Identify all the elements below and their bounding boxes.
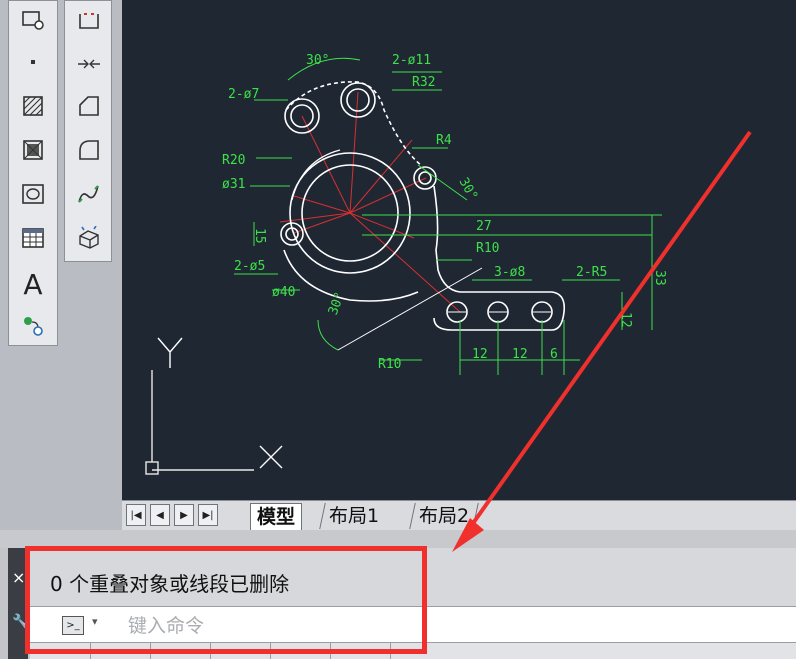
add-selected-button[interactable] [13, 309, 53, 343]
point-icon [31, 60, 35, 64]
tab-layout2-label: 布局2 [419, 505, 470, 527]
blend-curves-icon [78, 185, 99, 203]
layout-tab-bar: |◀ ◀ ▶ ▶| 模型 布局1 布局2 [122, 500, 796, 530]
tab-model[interactable]: 模型 [250, 503, 303, 530]
dim-label: R4 [436, 133, 452, 148]
next-icon: ▶ [180, 509, 188, 521]
dim-label: R10 [378, 357, 401, 372]
region-icon [22, 184, 44, 204]
dim-label: 2-ø7 [228, 87, 259, 102]
join-icon [78, 59, 100, 69]
table-icon [22, 228, 44, 248]
dim-label: 15 [252, 228, 267, 244]
dim-label: R32 [412, 75, 435, 90]
point-button[interactable] [13, 45, 53, 79]
gradient-icon [23, 140, 43, 160]
ucs-y-label: Y [166, 355, 167, 357]
break-at-point-icon [79, 13, 99, 29]
dim-label: ø40 [272, 285, 295, 300]
join-button[interactable] [69, 47, 109, 81]
last-tab-button[interactable]: ▶| [198, 504, 218, 526]
block-insert-button[interactable] [13, 3, 53, 37]
dimension-labels: 30° 2-ø11 R32 2-ø7 R4 R20 ø31 30° 15 27 … [222, 53, 667, 372]
blend-curves-button[interactable] [69, 177, 109, 211]
dim-label: 12 [512, 347, 528, 362]
first-tab-button[interactable]: |◀ [126, 504, 146, 526]
prev-icon: ◀ [156, 509, 164, 521]
dim-label: 12 [472, 347, 488, 362]
hatch-button[interactable] [13, 89, 53, 123]
modify-toolbar [64, 0, 112, 262]
multiline-text-icon: A [23, 267, 43, 301]
dim-label: 2-ø11 [392, 53, 431, 68]
dim-label: R20 [222, 153, 245, 168]
dim-label: 2-R5 [576, 265, 607, 280]
region-button[interactable] [13, 177, 53, 211]
dim-label: 12 [618, 312, 633, 328]
chamfer-button[interactable] [69, 89, 109, 123]
part-outline [280, 81, 566, 331]
close-icon[interactable]: × [12, 568, 25, 587]
dim-label: ø31 [222, 177, 245, 192]
drawing-canvas[interactable]: 30° 2-ø11 R32 2-ø7 R4 R20 ø31 30° 15 27 … [122, 0, 796, 500]
hatch-icon [23, 96, 43, 116]
dim-label: 30° [306, 53, 329, 68]
dim-label: 3-ø8 [494, 265, 525, 280]
tab-layout1[interactable]: 布局1 [319, 503, 388, 529]
gradient-button[interactable] [13, 133, 53, 167]
last-icon: ▶| [202, 509, 214, 521]
cad-application-window: A 30° 2-ø11 R32 2-ø7 R4 R20 ø31 30° 15 2… [0, 0, 796, 659]
dim-label: R10 [476, 241, 499, 256]
add-selected-icon [24, 317, 43, 336]
break-at-point-button[interactable] [69, 3, 109, 37]
prev-tab-button[interactable]: ◀ [150, 504, 170, 526]
dim-label: 27 [476, 219, 492, 234]
chamfer-icon [79, 96, 99, 116]
tab-layout2[interactable]: 布局2 [409, 503, 479, 529]
draw-toolbar: A [8, 0, 58, 346]
explode-button[interactable] [69, 221, 109, 255]
dim-label: 33 [652, 270, 667, 286]
annotation-highlight-box [25, 546, 427, 654]
table-button[interactable] [13, 221, 53, 255]
next-tab-button[interactable]: ▶ [174, 504, 194, 526]
dim-label: 30° [456, 175, 481, 203]
cad-drawing: 30° 2-ø11 R32 2-ø7 R4 R20 ø31 30° 15 27 … [145, 53, 667, 475]
ucs-x-label: X [272, 461, 273, 463]
block-insert-icon [22, 11, 44, 30]
fillet-icon [79, 140, 99, 160]
tab-layout1-label: 布局1 [329, 505, 380, 527]
dim-label: 2-ø5 [234, 259, 265, 274]
first-icon: |◀ [130, 509, 142, 521]
multiline-text-button[interactable]: A [13, 267, 53, 301]
explode-icon [79, 226, 99, 249]
dim-label: 6 [550, 347, 558, 362]
fillet-button[interactable] [69, 133, 109, 167]
ucs-icon [145, 337, 283, 475]
